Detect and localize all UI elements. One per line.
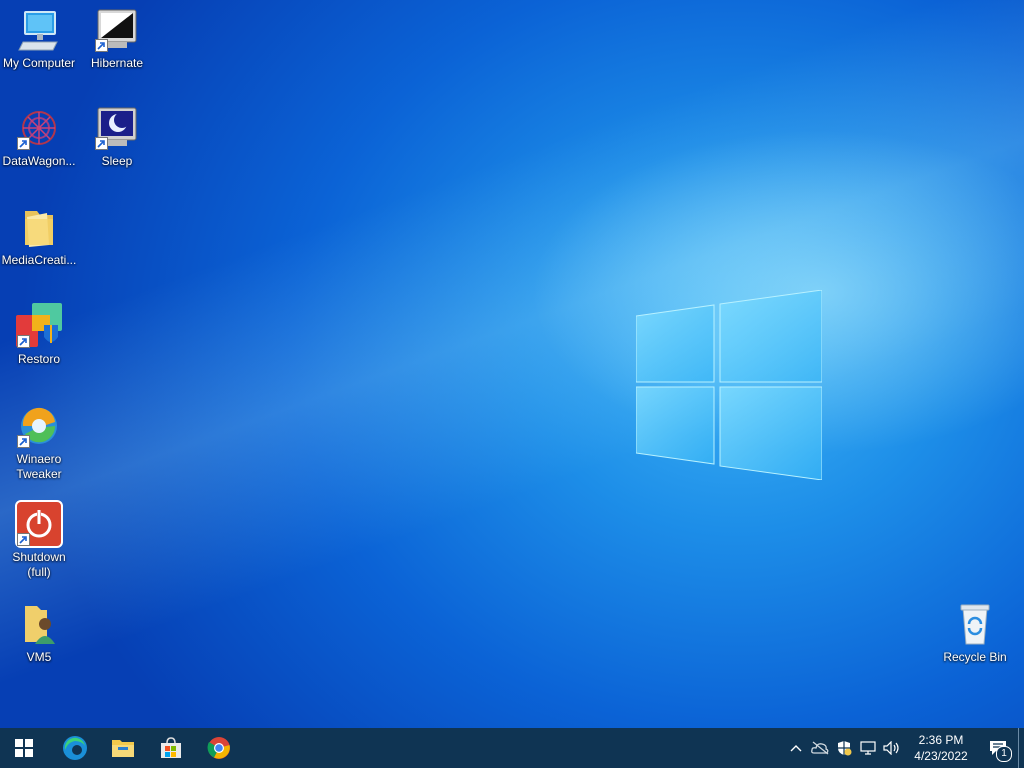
start-button[interactable]	[0, 728, 48, 768]
taskbar: 2:36 PM 4/23/2022 1	[0, 728, 1024, 768]
desktop-icon-label: My Computer	[2, 56, 76, 70]
notification-count-badge: 1	[996, 746, 1012, 762]
shortcut-arrow-icon	[17, 533, 30, 546]
tray-security-button[interactable]	[832, 728, 856, 768]
chrome-icon	[207, 737, 230, 759]
desktop-icon-datawagon[interactable]: DataWagon...	[0, 106, 78, 169]
security-icon	[838, 741, 852, 756]
recycle-bin-icon	[960, 604, 990, 645]
desktop-icon-sleep[interactable]: Sleep	[78, 106, 156, 169]
tray-network-button[interactable]	[856, 728, 880, 768]
taskbar-store-button[interactable]	[147, 728, 195, 768]
chevron-up-icon	[790, 745, 802, 752]
desktop-icon-label: Shutdown (full)	[12, 550, 66, 579]
taskbar-chrome-button[interactable]	[195, 728, 243, 768]
volume-icon	[883, 741, 899, 755]
desktop-icon-label: Hibernate	[90, 56, 144, 70]
windows-start-icon	[15, 739, 33, 757]
taskbar-clock[interactable]: 2:36 PM 4/23/2022	[904, 732, 978, 764]
shortcut-arrow-icon	[17, 435, 30, 448]
desktop-icon-winaero-tweaker[interactable]: Winaero Tweaker	[0, 404, 78, 482]
system-tray: 2:36 PM 4/23/2022 1	[784, 728, 1024, 768]
onedrive-icon	[811, 741, 829, 755]
clock-time: 2:36 PM	[918, 733, 964, 747]
desktop-icon-vm5[interactable]: VM5	[0, 602, 78, 665]
shortcut-arrow-icon	[17, 137, 30, 150]
desktop-icon-label: Recycle Bin	[943, 650, 1007, 664]
tray-volume-button[interactable]	[880, 728, 904, 768]
network-icon	[860, 741, 876, 755]
taskbar-edge-button[interactable]	[51, 728, 99, 768]
store-icon	[161, 737, 181, 758]
desktop-icon-shutdown-full[interactable]: Shutdown (full)	[0, 500, 78, 580]
desktop-icon-restoro[interactable]: Restoro	[0, 303, 78, 367]
computer-icon	[18, 11, 58, 51]
desktop-icon-label: Winaero Tweaker	[16, 452, 62, 481]
tray-onedrive-button[interactable]	[808, 728, 832, 768]
desktop-icon-label: Restoro	[17, 352, 61, 366]
folder-icon	[25, 211, 53, 247]
edge-icon	[63, 736, 87, 760]
desktop-icon-hibernate[interactable]: Hibernate	[78, 8, 156, 71]
clock-date: 4/23/2022	[914, 749, 968, 763]
desktop-icon-mediacreation[interactable]: MediaCreati...	[0, 205, 78, 268]
file-explorer-icon	[112, 740, 134, 757]
action-center-button[interactable]: 1	[978, 728, 1018, 768]
windows-wallpaper-logo	[636, 290, 822, 480]
desktop-icon-label: VM5	[26, 650, 52, 664]
user-folder-icon	[25, 606, 55, 644]
desktop-icon-recycle-bin[interactable]: Recycle Bin	[936, 602, 1014, 665]
desktop-icon-label: Sleep	[101, 154, 133, 168]
desktop-icon-label: MediaCreati...	[1, 253, 77, 267]
desktop-icon-my-computer[interactable]: My Computer	[0, 8, 78, 71]
shortcut-arrow-icon	[95, 137, 108, 150]
shortcut-arrow-icon	[17, 335, 30, 348]
shortcut-arrow-icon	[95, 39, 108, 52]
tray-overflow-button[interactable]	[784, 728, 808, 768]
taskbar-file-explorer-button[interactable]	[99, 728, 147, 768]
desktop-icon-label: DataWagon...	[2, 154, 76, 168]
show-desktop-button[interactable]	[1018, 728, 1024, 768]
